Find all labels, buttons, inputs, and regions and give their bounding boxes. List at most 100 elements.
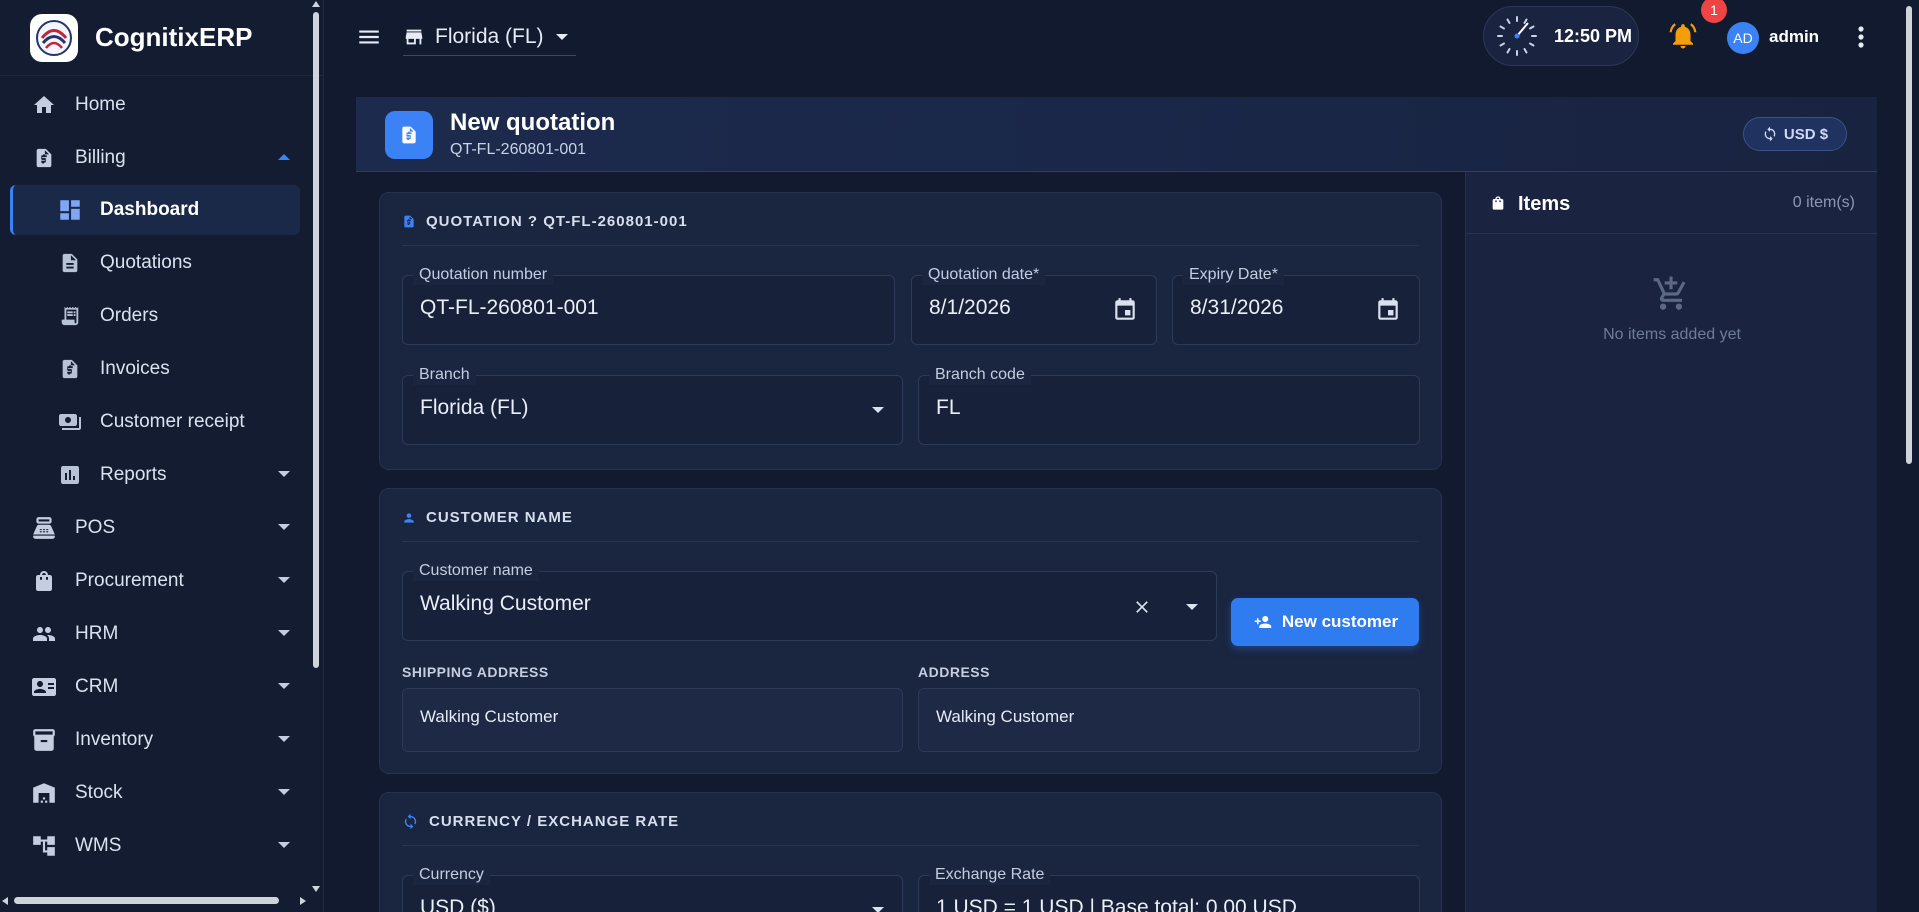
clock-widget: 12:50 PM [1483,6,1639,66]
sidebar-item-label: HRM [75,622,119,644]
sidebar-item-label: Billing [75,146,126,168]
chevron-down-icon [278,470,290,478]
page-title: New quotation [450,109,616,136]
quotation-number-field[interactable]: Quotation number QT-FL-260801-001 [402,265,895,345]
person-icon [404,512,414,523]
chevron-down-icon[interactable] [1186,603,1198,611]
page-scrollbar[interactable] [1906,6,1912,464]
contact-card-icon [30,673,58,701]
field-value: USD ($) [420,896,496,912]
branch-selector[interactable]: Florida (FL) [403,18,576,56]
field-label: Currency [413,865,490,885]
sidebar-item-crm[interactable]: CRM [0,660,323,713]
sidebar-item-wms[interactable]: WMS [0,819,323,872]
sidebar-item-label: CRM [75,675,119,697]
field-value: 8/31/2026 [1190,296,1284,319]
bell-icon[interactable] [1668,20,1698,52]
dashboard-icon [56,196,84,224]
quotation-date-field[interactable]: Quotation date* 8/1/2026 [911,265,1157,345]
chevron-down-icon [278,629,290,637]
customer-section-title: CUSTOMER NAME [426,509,573,526]
field-label: Quotation number [413,265,554,285]
chevron-down-icon [278,841,290,849]
sidebar-item-label: Dashboard [100,199,200,220]
sidebar-item-inventory[interactable]: Inventory [0,713,323,766]
shipping-address-label: SHIPPING ADDRESS [402,664,549,680]
scroll-left-arrow[interactable] [2,897,8,905]
field-label: Quotation date* [922,265,1046,285]
quotation-icon [385,111,433,159]
sidebar-item-orders[interactable]: Orders [0,289,323,342]
expiry-date-field[interactable]: Expiry Date* 8/31/2026 [1172,265,1420,345]
sidebar-item-invoices[interactable]: Invoices [0,342,323,395]
menu-icon[interactable] [355,24,383,50]
chevron-down-icon [872,406,884,414]
sidebar-item-hrm[interactable]: HRM [0,607,323,660]
chevron-down-icon [872,906,884,912]
receipt-icon [56,302,84,330]
shipping-address-field[interactable]: Walking Customer [402,688,903,752]
field-value: 1 USD = 1 USD | Base total: 0.00 USD [936,896,1297,912]
username[interactable]: admin [1769,27,1819,47]
scroll-right-arrow[interactable] [300,897,306,905]
sidebar-item-pos[interactable]: POS [0,501,323,554]
sidebar-item-billing[interactable]: Billing [0,131,323,184]
chevron-down-icon [278,735,290,743]
sidebar-item-procurement[interactable]: Procurement [0,554,323,607]
branch-code-field[interactable]: Branch code FL [918,365,1420,445]
bag-icon [1490,193,1506,213]
sidebar-horizontal-scrollbar[interactable] [14,897,279,904]
calendar-icon[interactable] [1112,296,1138,324]
document-icon [404,215,414,228]
exchange-rate-field[interactable]: Exchange Rate 1 USD = 1 USD | Base total… [918,865,1420,912]
sidebar-item-dashboard[interactable]: Dashboard [10,185,300,235]
sidebar-item-reports[interactable]: Reports [0,448,323,501]
sidebar-item-customer-receipt[interactable]: Customer receipt [0,395,323,448]
field-label: Customer name [413,561,539,581]
currency-card: CURRENCY / EXCHANGE RATE Currency USD ($… [379,792,1442,912]
divider [402,245,1419,246]
items-empty-message: No items added yet [1603,326,1741,343]
address-label: ADDRESS [918,664,990,680]
sidebar-item-stock[interactable]: Stock [0,766,323,819]
field-value: Walking Customer [420,707,559,726]
field-label: Branch code [929,365,1031,385]
sidebar-item-label: Customer receipt [100,410,245,432]
more-vert-icon[interactable] [1857,25,1865,49]
home-icon [30,91,58,119]
customer-name-select[interactable]: Customer name Walking Customer [402,561,1217,641]
currency-select[interactable]: Currency USD ($) [402,865,903,912]
sidebar-item-home[interactable]: Home [0,78,323,131]
new-customer-button[interactable]: New customer [1231,598,1419,646]
sidebar-item-quotations[interactable]: Quotations [0,236,323,289]
clock-icon [1494,13,1540,59]
chevron-down-icon [555,33,568,41]
sidebar-item-label: Reports [100,463,167,485]
warehouse-icon [30,779,58,807]
branch-select[interactable]: Branch Florida (FL) [402,365,903,445]
avatar[interactable]: AD [1727,22,1759,54]
scroll-down-arrow[interactable] [312,886,320,892]
sidebar-item-label: Invoices [100,357,170,379]
chevron-up-icon [278,153,290,161]
address-field[interactable]: Walking Customer [918,688,1420,752]
field-value: Florida (FL) [420,396,529,419]
customer-card: CUSTOMER NAME Customer name Walking Cust… [379,488,1442,774]
clear-icon[interactable] [1132,597,1152,617]
scroll-up-arrow[interactable] [312,1,320,7]
items-title: Items [1518,193,1571,215]
currency-section-header: CURRENCY / EXCHANGE RATE [402,813,679,830]
calendar-icon[interactable] [1375,296,1401,324]
chevron-down-icon [278,682,290,690]
sidebar-scrollbar[interactable] [313,12,319,668]
sidebar: CognitixERP Home Billing Dashboard Quota… [0,0,324,912]
field-label: Branch [413,365,476,385]
sidebar-item-label: Orders [100,304,159,326]
exchange-icon [404,813,417,830]
brand-logo [30,13,78,62]
field-value: Walking Customer [936,707,1075,726]
currency-chip[interactable]: USD $ [1743,117,1847,151]
clock-time: 12:50 PM [1554,25,1633,46]
sidebar-nav: Home Billing Dashboard Quotations Orders… [0,76,323,872]
people-icon [30,620,58,648]
